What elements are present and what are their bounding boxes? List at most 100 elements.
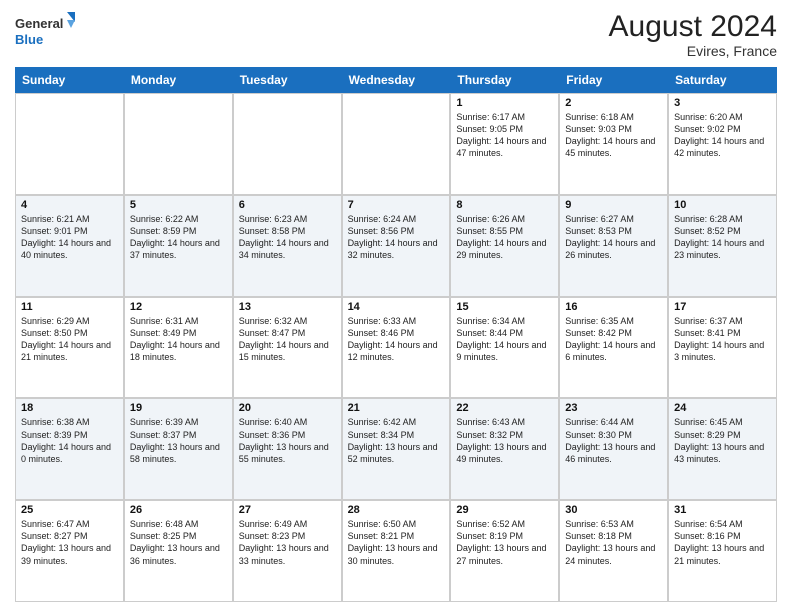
logo: General Blue <box>15 10 75 50</box>
day-number: 4 <box>21 199 118 211</box>
day-cell-5: 5Sunrise: 6:22 AM Sunset: 8:59 PM Daylig… <box>124 195 233 297</box>
day-number: 16 <box>565 301 662 313</box>
day-info: Sunrise: 6:24 AM Sunset: 8:56 PM Dayligh… <box>348 213 445 262</box>
day-number: 11 <box>21 301 118 313</box>
day-number: 15 <box>456 301 553 313</box>
day-cell-18: 18 Sunrise: 6:38 AM Sunset: 8:39 PM Dayli… <box>15 398 124 500</box>
day-cell-25: 25 Sunrise: 6:47 AM Sunset: 8:27 PM Dayli… <box>15 500 124 602</box>
day-cell-24: 24 Sunrise: 6:45 AM Sunset: 8:29 PM Dayli… <box>668 398 777 500</box>
day-cell-13: 13 Sunrise: 6:32 AM Sunset: 8:47 PM Dayli… <box>233 297 342 399</box>
day-info: Sunrise: 6:26 AM Sunset: 8:55 PM Dayligh… <box>456 213 553 262</box>
day-cell-4: 4 Sunrise: 6:21 AM Sunset: 9:01 PM Daylig… <box>15 195 124 297</box>
empty-cell <box>124 93 233 195</box>
day-cell-21: 21Sunrise: 6:42 AM Sunset: 8:34 PM Dayli… <box>342 398 451 500</box>
day-cell-15: 15 Sunrise: 6:34 AM Sunset: 8:44 PM Dayli… <box>450 297 559 399</box>
day-cell-1: 1Sunrise: 6:17 AM Sunset: 9:05 PM Daylig… <box>450 93 559 195</box>
day-number: 1 <box>456 97 553 109</box>
day-number: 28 <box>348 504 445 516</box>
day-info: Sunrise: 6:49 AM Sunset: 8:23 PM Dayligh… <box>239 518 336 567</box>
week-row-4: 25 Sunrise: 6:47 AM Sunset: 8:27 PM Dayli… <box>15 500 777 602</box>
day-number: 21 <box>348 402 445 414</box>
day-number: 24 <box>674 402 771 414</box>
day-info: Sunrise: 6:32 AM Sunset: 8:47 PM Dayligh… <box>239 315 336 364</box>
day-cell-16: 16 Sunrise: 6:35 AM Sunset: 8:42 PM Dayli… <box>559 297 668 399</box>
day-number: 18 <box>21 402 118 414</box>
logo-svg: General Blue <box>15 10 75 50</box>
day-number: 13 <box>239 301 336 313</box>
day-cell-20: 20Sunrise: 6:40 AM Sunset: 8:36 PM Dayli… <box>233 398 342 500</box>
day-number: 23 <box>565 402 662 414</box>
day-info: Sunrise: 6:31 AM Sunset: 8:49 PM Dayligh… <box>130 315 227 364</box>
day-number: 7 <box>348 199 445 211</box>
day-info: Sunrise: 6:35 AM Sunset: 8:42 PM Dayligh… <box>565 315 662 364</box>
empty-cell <box>342 93 451 195</box>
day-info: Sunrise: 6:52 AM Sunset: 8:19 PM Dayligh… <box>456 518 553 567</box>
day-cell-29: 29 Sunrise: 6:52 AM Sunset: 8:19 PM Dayli… <box>450 500 559 602</box>
day-cell-28: 28 Sunrise: 6:50 AM Sunset: 8:21 PM Dayli… <box>342 500 451 602</box>
day-cell-30: 30Sunrise: 6:53 AM Sunset: 8:18 PM Dayli… <box>559 500 668 602</box>
calendar-header: SundayMondayTuesdayWednesdayThursdayFrid… <box>15 67 777 93</box>
day-info: Sunrise: 6:48 AM Sunset: 8:25 PM Dayligh… <box>130 518 227 567</box>
calendar: SundayMondayTuesdayWednesdayThursdayFrid… <box>15 67 777 602</box>
day-cell-14: 14Sunrise: 6:33 AM Sunset: 8:46 PM Dayli… <box>342 297 451 399</box>
day-info: Sunrise: 6:50 AM Sunset: 8:21 PM Dayligh… <box>348 518 445 567</box>
header-day-saturday: Saturday <box>668 67 777 93</box>
day-cell-31: 31Sunrise: 6:54 AM Sunset: 8:16 PM Dayli… <box>668 500 777 602</box>
day-number: 22 <box>456 402 553 414</box>
day-cell-2: 2 Sunrise: 6:18 AM Sunset: 9:03 PM Daylig… <box>559 93 668 195</box>
day-info: Sunrise: 6:44 AM Sunset: 8:30 PM Dayligh… <box>565 416 662 465</box>
day-info: Sunrise: 6:39 AM Sunset: 8:37 PM Dayligh… <box>130 416 227 465</box>
day-cell-26: 26Sunrise: 6:48 AM Sunset: 8:25 PM Dayli… <box>124 500 233 602</box>
day-number: 14 <box>348 301 445 313</box>
day-number: 29 <box>456 504 553 516</box>
day-cell-10: 10 Sunrise: 6:28 AM Sunset: 8:52 PM Dayli… <box>668 195 777 297</box>
day-number: 3 <box>674 97 771 109</box>
day-info: Sunrise: 6:27 AM Sunset: 8:53 PM Dayligh… <box>565 213 662 262</box>
day-info: Sunrise: 6:20 AM Sunset: 9:02 PM Dayligh… <box>674 111 771 160</box>
week-row-1: 4 Sunrise: 6:21 AM Sunset: 9:01 PM Daylig… <box>15 195 777 297</box>
header-day-thursday: Thursday <box>450 67 559 93</box>
page: General Blue August 2024 Evires, France … <box>0 0 792 612</box>
header-day-sunday: Sunday <box>15 67 124 93</box>
header-day-tuesday: Tuesday <box>233 67 342 93</box>
day-number: 27 <box>239 504 336 516</box>
day-cell-6: 6Sunrise: 6:23 AM Sunset: 8:58 PM Daylig… <box>233 195 342 297</box>
day-info: Sunrise: 6:43 AM Sunset: 8:32 PM Dayligh… <box>456 416 553 465</box>
day-number: 5 <box>130 199 227 211</box>
day-cell-8: 8 Sunrise: 6:26 AM Sunset: 8:55 PM Daylig… <box>450 195 559 297</box>
header-day-friday: Friday <box>559 67 668 93</box>
day-info: Sunrise: 6:54 AM Sunset: 8:16 PM Dayligh… <box>674 518 771 567</box>
day-cell-12: 12 Sunrise: 6:31 AM Sunset: 8:49 PM Dayli… <box>124 297 233 399</box>
day-cell-7: 7 Sunrise: 6:24 AM Sunset: 8:56 PM Daylig… <box>342 195 451 297</box>
day-info: Sunrise: 6:28 AM Sunset: 8:52 PM Dayligh… <box>674 213 771 262</box>
day-info: Sunrise: 6:53 AM Sunset: 8:18 PM Dayligh… <box>565 518 662 567</box>
day-info: Sunrise: 6:34 AM Sunset: 8:44 PM Dayligh… <box>456 315 553 364</box>
day-info: Sunrise: 6:29 AM Sunset: 8:50 PM Dayligh… <box>21 315 118 364</box>
day-info: Sunrise: 6:23 AM Sunset: 8:58 PM Dayligh… <box>239 213 336 262</box>
day-info: Sunrise: 6:47 AM Sunset: 8:27 PM Dayligh… <box>21 518 118 567</box>
calendar-body: 1Sunrise: 6:17 AM Sunset: 9:05 PM Daylig… <box>15 93 777 602</box>
day-info: Sunrise: 6:21 AM Sunset: 9:01 PM Dayligh… <box>21 213 118 262</box>
day-cell-19: 19Sunrise: 6:39 AM Sunset: 8:37 PM Dayli… <box>124 398 233 500</box>
day-number: 8 <box>456 199 553 211</box>
day-cell-17: 17 Sunrise: 6:37 AM Sunset: 8:41 PM Dayli… <box>668 297 777 399</box>
day-cell-23: 23 Sunrise: 6:44 AM Sunset: 8:30 PM Dayli… <box>559 398 668 500</box>
day-info: Sunrise: 6:37 AM Sunset: 8:41 PM Dayligh… <box>674 315 771 364</box>
day-cell-22: 22 Sunrise: 6:43 AM Sunset: 8:32 PM Dayli… <box>450 398 559 500</box>
week-row-2: 11 Sunrise: 6:29 AM Sunset: 8:50 PM Dayli… <box>15 297 777 399</box>
day-info: Sunrise: 6:45 AM Sunset: 8:29 PM Dayligh… <box>674 416 771 465</box>
day-cell-3: 3 Sunrise: 6:20 AM Sunset: 9:02 PM Daylig… <box>668 93 777 195</box>
day-number: 12 <box>130 301 227 313</box>
day-number: 2 <box>565 97 662 109</box>
header-day-wednesday: Wednesday <box>342 67 451 93</box>
day-number: 25 <box>21 504 118 516</box>
week-row-3: 18 Sunrise: 6:38 AM Sunset: 8:39 PM Dayli… <box>15 398 777 500</box>
day-info: Sunrise: 6:18 AM Sunset: 9:03 PM Dayligh… <box>565 111 662 160</box>
day-info: Sunrise: 6:38 AM Sunset: 8:39 PM Dayligh… <box>21 416 118 465</box>
header-day-monday: Monday <box>124 67 233 93</box>
empty-cell <box>233 93 342 195</box>
day-number: 17 <box>674 301 771 313</box>
month-year: August 2024 <box>609 10 777 43</box>
day-number: 10 <box>674 199 771 211</box>
header: General Blue August 2024 Evires, France <box>15 10 777 59</box>
